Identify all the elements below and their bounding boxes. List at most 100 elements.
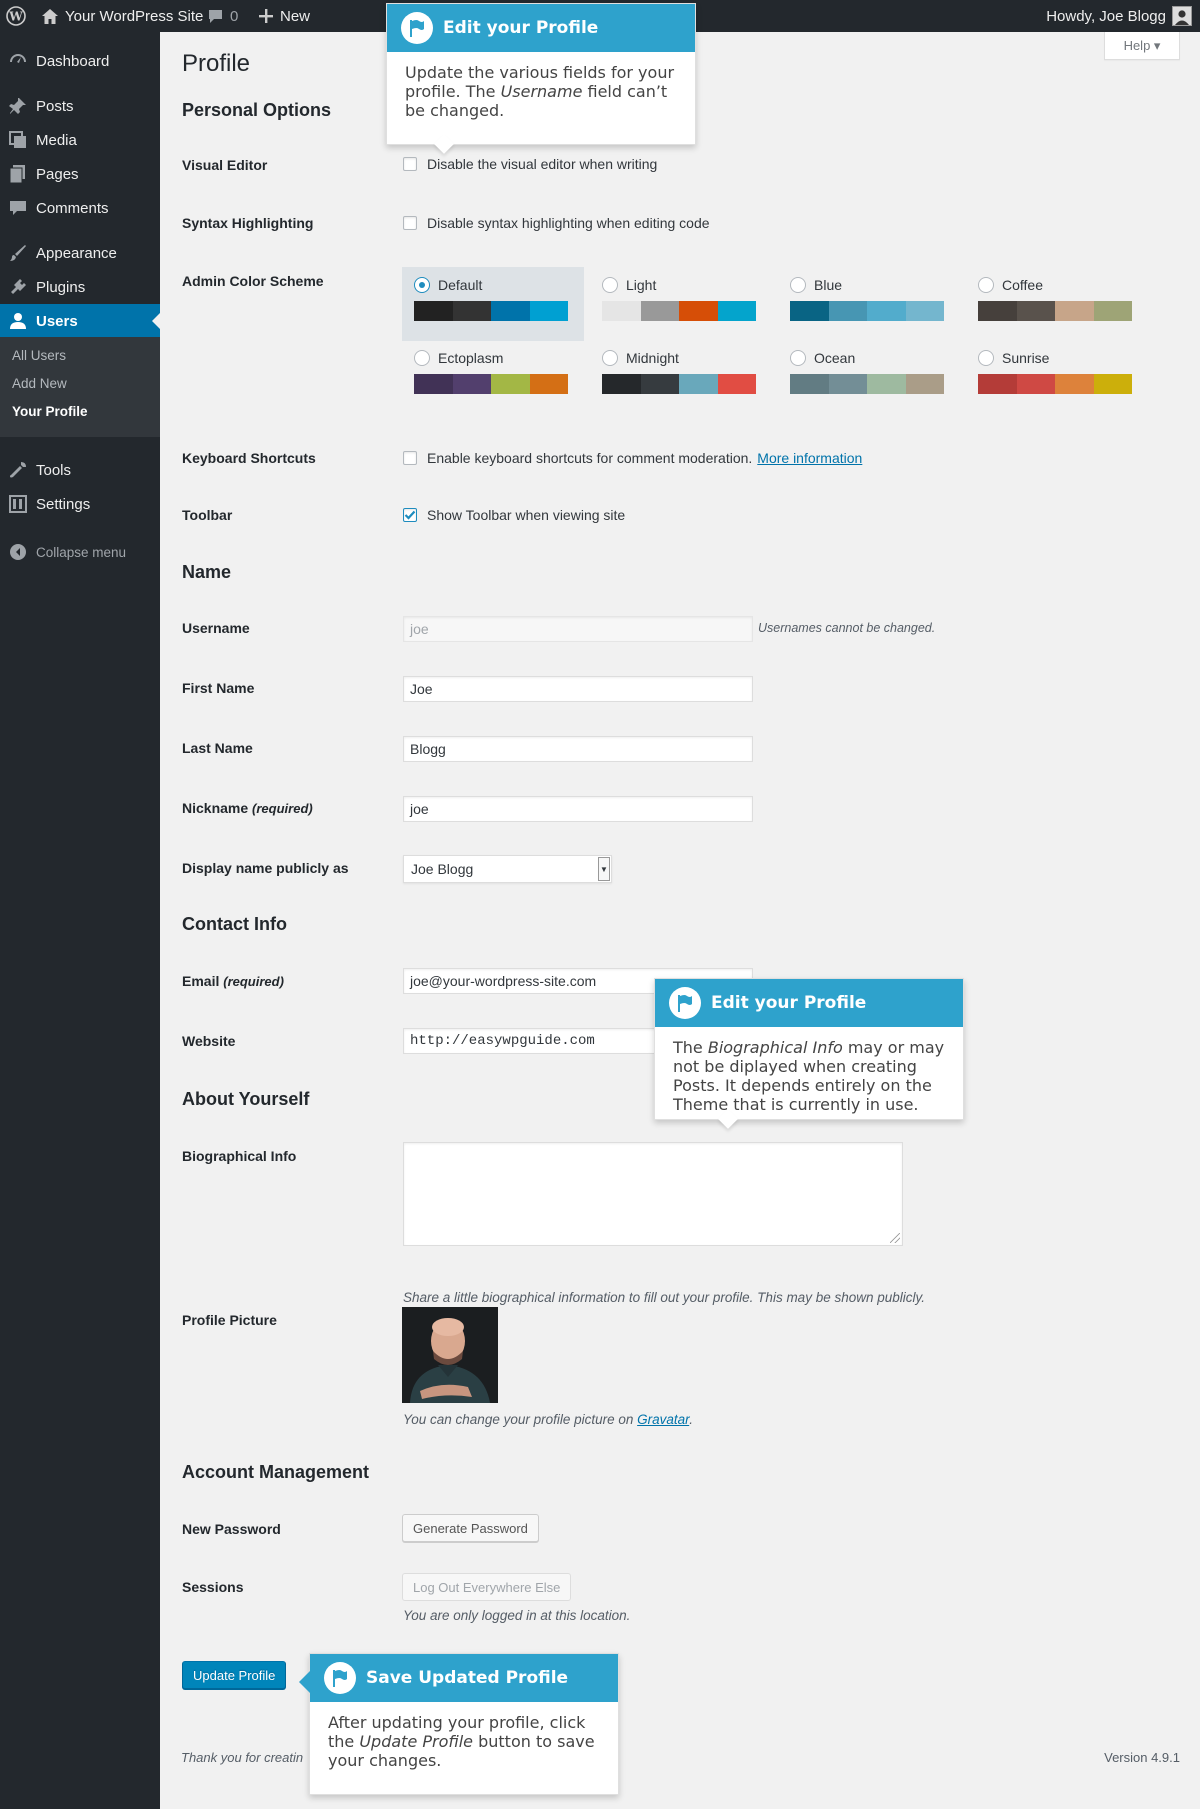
submenu-item-add-new[interactable]: Add New <box>12 376 67 391</box>
email-label: Email (required) <box>182 973 284 989</box>
keyboard-shortcuts-checkbox[interactable] <box>403 451 417 465</box>
howdy-text: Howdy, Joe Blogg <box>1046 7 1166 25</box>
biographical-info-textarea[interactable] <box>403 1142 903 1246</box>
color-swatch <box>905 374 944 394</box>
syntax-highlighting-text: Disable syntax highlighting when editing… <box>427 215 710 231</box>
toolbar-option[interactable]: Show Toolbar when viewing site <box>403 507 625 523</box>
profile-picture-label: Profile Picture <box>182 1312 277 1328</box>
admin-color-scheme-label: Admin Color Scheme <box>182 273 324 289</box>
nickname-required-note: (required) <box>252 801 313 816</box>
contact-info-heading: Contact Info <box>182 914 287 934</box>
color-swatch <box>1016 301 1055 321</box>
sidebar-item-label: Tools <box>36 461 72 479</box>
color-scheme-light[interactable]: Light <box>590 267 772 341</box>
visual-editor-label: Visual Editor <box>182 157 268 173</box>
profile-content: Profile Help ▾ Personal Options Visual E… <box>160 32 1200 1809</box>
sidebar-item-dashboard[interactable]: Dashboard <box>0 44 160 78</box>
comments-link[interactable]: 0 <box>208 0 238 32</box>
pages-icon <box>8 165 28 183</box>
color-scheme-palette <box>602 301 756 321</box>
color-scheme-radio[interactable] <box>602 277 618 293</box>
color-scheme-radio[interactable] <box>978 350 994 366</box>
color-scheme-radio[interactable] <box>414 277 430 293</box>
admin-sidebar: Dashboard Posts Media Pages Comments App… <box>0 32 160 1809</box>
help-tab-button[interactable]: Help ▾ <box>1104 32 1180 60</box>
color-scheme-ectoplasm[interactable]: Ectoplasm <box>402 340 584 414</box>
color-swatch <box>640 301 679 321</box>
color-scheme-option[interactable]: Sunrise <box>978 350 1136 366</box>
gravatar-link[interactable]: Gravatar <box>637 1412 689 1427</box>
display-name-select[interactable]: Joe Blogg ▼ <box>403 855 612 883</box>
syntax-highlighting-option[interactable]: Disable syntax highlighting when editing… <box>403 215 710 231</box>
color-swatch <box>529 374 568 394</box>
svg-text:W: W <box>8 10 23 24</box>
pointer-text: The Biographical Info may or may not be … <box>655 1027 963 1129</box>
website-label: Website <box>182 1033 236 1049</box>
color-scheme-radio[interactable] <box>978 277 994 293</box>
submenu-item-all-users[interactable]: All Users <box>12 348 66 363</box>
toolbar-checkbox[interactable] <box>403 508 417 522</box>
nickname-input[interactable]: joe <box>403 796 753 822</box>
color-scheme-default[interactable]: Default <box>402 267 584 341</box>
sidebar-item-users[interactable]: Users <box>0 304 160 338</box>
users-submenu: All Users Add New Your Profile <box>0 337 160 437</box>
color-scheme-radio[interactable] <box>790 277 806 293</box>
sidebar-item-plugins[interactable]: Plugins <box>0 270 160 304</box>
visual-editor-option[interactable]: Disable the visual editor when writing <box>403 156 657 172</box>
site-name-link[interactable]: Your WordPress Site <box>42 0 203 32</box>
color-scheme-coffee[interactable]: Coffee <box>966 267 1148 341</box>
color-scheme-sunrise[interactable]: Sunrise <box>966 340 1148 414</box>
email-required-note: (required) <box>223 974 284 989</box>
submenu-item-your-profile[interactable]: Your Profile <box>12 404 88 419</box>
more-information-link[interactable]: More information <box>757 450 862 466</box>
generate-password-button[interactable]: Generate Password <box>402 1514 539 1542</box>
sidebar-item-label: Media <box>36 131 77 149</box>
color-swatch <box>717 374 756 394</box>
color-scheme-midnight[interactable]: Midnight <box>590 340 772 414</box>
syntax-highlighting-checkbox[interactable] <box>403 216 417 230</box>
color-scheme-ocean[interactable]: Ocean <box>778 340 960 414</box>
sidebar-item-settings[interactable]: Settings <box>0 487 160 521</box>
color-scheme-option[interactable]: Coffee <box>978 277 1136 293</box>
color-scheme-radio[interactable] <box>414 350 430 366</box>
color-scheme-option[interactable]: Midnight <box>602 350 760 366</box>
profile-picture <box>402 1307 498 1403</box>
sidebar-item-appearance[interactable]: Appearance <box>0 236 160 270</box>
color-scheme-radio[interactable] <box>790 350 806 366</box>
pointer-title: Edit your Profile <box>711 993 867 1013</box>
color-scheme-option[interactable]: Ocean <box>790 350 948 366</box>
first-name-input[interactable]: Joe <box>403 676 753 702</box>
color-scheme-radio[interactable] <box>602 350 618 366</box>
collapse-menu-button[interactable]: Collapse menu <box>0 540 126 564</box>
last-name-input[interactable]: Blogg <box>403 736 753 762</box>
resize-grip-icon[interactable] <box>890 1233 900 1243</box>
update-profile-button[interactable]: Update Profile <box>182 1661 287 1689</box>
wrench-icon <box>8 461 28 479</box>
flag-icon <box>669 987 701 1019</box>
color-scheme-option[interactable]: Default <box>414 277 572 293</box>
settings-icon <box>8 495 28 513</box>
color-swatch <box>529 301 568 321</box>
color-scheme-option[interactable]: Blue <box>790 277 948 293</box>
username-label: Username <box>182 620 250 636</box>
visual-editor-checkbox[interactable] <box>403 157 417 171</box>
color-scheme-blue[interactable]: Blue <box>778 267 960 341</box>
color-scheme-option[interactable]: Ectoplasm <box>414 350 572 366</box>
sidebar-item-media[interactable]: Media <box>0 123 160 157</box>
keyboard-shortcuts-option[interactable]: Enable keyboard shortcuts for comment mo… <box>403 450 862 466</box>
new-content-link[interactable]: New <box>259 0 310 32</box>
pointer-text-emphasis: Biographical Info <box>707 1038 843 1057</box>
sidebar-item-tools[interactable]: Tools <box>0 453 160 487</box>
dropdown-arrow-icon: ▼ <box>598 857 610 881</box>
color-scheme-option[interactable]: Light <box>602 277 760 293</box>
sidebar-item-comments[interactable]: Comments <box>0 191 160 225</box>
site-name: Your WordPress Site <box>65 7 204 25</box>
my-account-link[interactable]: Howdy, Joe Blogg <box>1046 0 1192 32</box>
wordpress-logo-icon[interactable]: W <box>6 0 28 32</box>
flag-icon <box>401 12 433 44</box>
avatar-icon <box>1172 6 1192 26</box>
toolbar-label: Toolbar <box>182 507 233 523</box>
sidebar-item-pages[interactable]: Pages <box>0 157 160 191</box>
syntax-highlighting-label: Syntax Highlighting <box>182 215 314 231</box>
sidebar-item-posts[interactable]: Posts <box>0 89 160 123</box>
